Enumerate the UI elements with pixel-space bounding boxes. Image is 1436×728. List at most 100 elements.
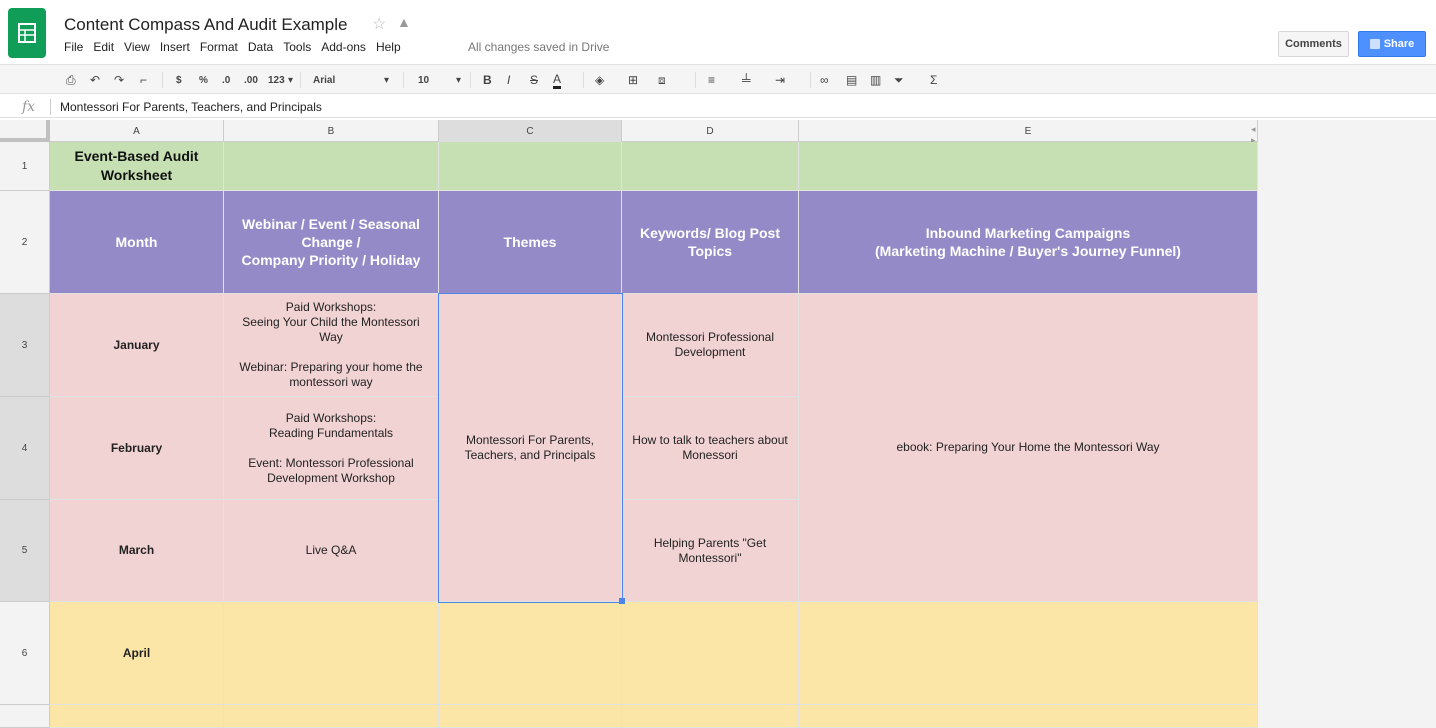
cell-b1[interactable] bbox=[224, 142, 439, 191]
increase-decimals-button[interactable]: .00 bbox=[244, 71, 258, 89]
cell-c2[interactable]: Themes bbox=[439, 191, 622, 294]
print-icon[interactable]: ⎙ bbox=[66, 71, 76, 89]
menu-format[interactable]: Format bbox=[200, 40, 238, 54]
cell-e2[interactable]: Inbound Marketing Campaigns (Marketing M… bbox=[799, 191, 1258, 294]
more-formats-button[interactable]: 123 bbox=[268, 71, 285, 89]
cell-c7[interactable] bbox=[439, 705, 622, 728]
menu-tools[interactable]: Tools bbox=[283, 40, 311, 54]
cell-a1[interactable]: Event-Based Audit Worksheet bbox=[50, 142, 224, 191]
cell-a7[interactable] bbox=[50, 705, 224, 728]
chevron-down-icon[interactable]: ▾ bbox=[384, 71, 389, 89]
filter-icon[interactable]: ⏷ bbox=[894, 71, 904, 89]
cell-c1[interactable] bbox=[439, 142, 622, 191]
cell-a6[interactable]: April bbox=[50, 602, 224, 705]
toolbar-divider bbox=[470, 72, 471, 88]
cell-d7[interactable] bbox=[622, 705, 799, 728]
grid-empty-area bbox=[1258, 142, 1436, 728]
italic-button[interactable]: I bbox=[507, 71, 510, 89]
spreadsheet-grid: A B C D E ◂ ▸ 1 2 3 4 5 6 Event-Based Au… bbox=[0, 120, 1436, 728]
toolbar-divider bbox=[403, 72, 404, 88]
borders-icon[interactable]: ⊞ bbox=[628, 71, 638, 89]
cell-c6[interactable] bbox=[439, 602, 622, 705]
functions-button[interactable]: Σ bbox=[930, 71, 937, 89]
cell-d3[interactable]: Montessori Professional Development bbox=[622, 294, 799, 397]
cell-b4[interactable]: Paid Workshops: Reading Fundamentals Eve… bbox=[224, 397, 439, 500]
bold-button[interactable]: B bbox=[483, 71, 492, 89]
row-header-1[interactable]: 1 bbox=[0, 142, 50, 191]
row-header-2[interactable]: 2 bbox=[0, 191, 50, 294]
comments-button[interactable]: Comments bbox=[1278, 31, 1349, 57]
formula-input[interactable]: Montessori For Parents, Teachers, and Pr… bbox=[60, 100, 322, 114]
column-header-a[interactable]: A bbox=[50, 120, 224, 142]
cell-d4[interactable]: How to talk to teachers about Monessori bbox=[622, 397, 799, 500]
text-color-button[interactable]: A bbox=[553, 71, 562, 89]
toolbar: ⎙ ↶ ↷ ⌐ $ % .0 .00 123 ▾ Arial ▾ 10 ▾ B … bbox=[0, 64, 1436, 94]
cell-e6[interactable] bbox=[799, 602, 1258, 705]
menu-data[interactable]: Data bbox=[248, 40, 273, 54]
insert-chart-icon[interactable]: ▥ bbox=[870, 71, 881, 89]
row-header-4[interactable]: 4 bbox=[0, 397, 50, 500]
cell-d5[interactable]: Helping Parents "Get Montessori" bbox=[622, 500, 799, 602]
merge-cells-icon[interactable]: ⧈ bbox=[658, 71, 666, 89]
share-icon bbox=[1369, 39, 1380, 49]
move-to-folder-icon[interactable]: ▲ bbox=[397, 14, 411, 30]
document-title[interactable]: Content Compass And Audit Example bbox=[64, 15, 348, 35]
cell-a2[interactable]: Month bbox=[50, 191, 224, 294]
cell-b2[interactable]: Webinar / Event / Seasonal Change / Comp… bbox=[224, 191, 439, 294]
redo-icon[interactable]: ↷ bbox=[114, 71, 124, 89]
row-header-5[interactable]: 5 bbox=[0, 500, 50, 602]
column-header-e[interactable]: E bbox=[799, 120, 1258, 142]
sheets-logo-icon[interactable] bbox=[8, 8, 46, 58]
font-size-select[interactable]: 10 bbox=[418, 71, 429, 89]
insert-comment-icon[interactable]: ▤ bbox=[846, 71, 857, 89]
row-header-7[interactable] bbox=[0, 705, 50, 728]
chevron-down-icon[interactable]: ▾ bbox=[456, 71, 461, 89]
share-button-label: Share bbox=[1383, 38, 1415, 50]
menu-insert[interactable]: Insert bbox=[160, 40, 190, 54]
select-all-corner[interactable] bbox=[0, 120, 50, 142]
toolbar-divider bbox=[162, 72, 163, 88]
fill-color-icon[interactable]: ◈ bbox=[595, 71, 604, 89]
cell-c3-merged[interactable]: Montessori For Parents, Teachers, and Pr… bbox=[439, 294, 622, 602]
cell-a5[interactable]: March bbox=[50, 500, 224, 602]
cell-e7[interactable] bbox=[799, 705, 1258, 728]
cell-e3-merged[interactable]: ebook: Preparing Your Home the Montessor… bbox=[799, 294, 1258, 602]
vertical-align-icon[interactable]: ╧ bbox=[742, 71, 751, 89]
text-wrap-icon[interactable]: ⇥ bbox=[775, 71, 785, 89]
menu-file[interactable]: File bbox=[64, 40, 83, 54]
cell-b7[interactable] bbox=[224, 705, 439, 728]
decrease-decimals-button[interactable]: .0 bbox=[222, 71, 230, 89]
chevron-down-icon[interactable]: ▾ bbox=[288, 71, 293, 89]
menu-view[interactable]: View bbox=[124, 40, 150, 54]
cell-a4[interactable]: February bbox=[50, 397, 224, 500]
row-header-6[interactable]: 6 bbox=[0, 602, 50, 705]
column-header-b[interactable]: B bbox=[224, 120, 439, 142]
cell-d2[interactable]: Keywords/ Blog Post Topics bbox=[622, 191, 799, 294]
insert-link-icon[interactable]: ∞ bbox=[820, 71, 829, 89]
currency-format-button[interactable]: $ bbox=[176, 71, 182, 89]
horizontal-align-icon[interactable]: ≡ bbox=[708, 71, 715, 89]
paint-format-icon[interactable]: ⌐ bbox=[140, 71, 147, 89]
strikethrough-button[interactable]: S bbox=[530, 71, 538, 89]
column-header-row: A B C D E ◂ ▸ bbox=[0, 120, 1258, 145]
menu-addons[interactable]: Add-ons bbox=[321, 40, 366, 54]
fill-handle[interactable] bbox=[619, 598, 625, 604]
menu-edit[interactable]: Edit bbox=[93, 40, 114, 54]
menu-bar: File Edit View Insert Format Data Tools … bbox=[64, 40, 411, 54]
cell-a3[interactable]: January bbox=[50, 294, 224, 397]
percent-format-button[interactable]: % bbox=[199, 71, 208, 89]
cell-b3[interactable]: Paid Workshops: Seeing Your Child the Mo… bbox=[224, 294, 439, 397]
cell-d6[interactable] bbox=[622, 602, 799, 705]
star-icon[interactable]: ☆ bbox=[372, 14, 386, 34]
cell-d1[interactable] bbox=[622, 142, 799, 191]
menu-help[interactable]: Help bbox=[376, 40, 401, 54]
row-header-3[interactable]: 3 bbox=[0, 294, 50, 397]
cell-b6[interactable] bbox=[224, 602, 439, 705]
column-header-c[interactable]: C bbox=[439, 120, 622, 142]
undo-icon[interactable]: ↶ bbox=[90, 71, 100, 89]
cell-b5[interactable]: Live Q&A bbox=[224, 500, 439, 602]
font-family-select[interactable]: Arial bbox=[313, 71, 335, 89]
share-button[interactable]: Share bbox=[1358, 31, 1426, 57]
column-header-d[interactable]: D bbox=[622, 120, 799, 142]
cell-e1[interactable] bbox=[799, 142, 1258, 191]
